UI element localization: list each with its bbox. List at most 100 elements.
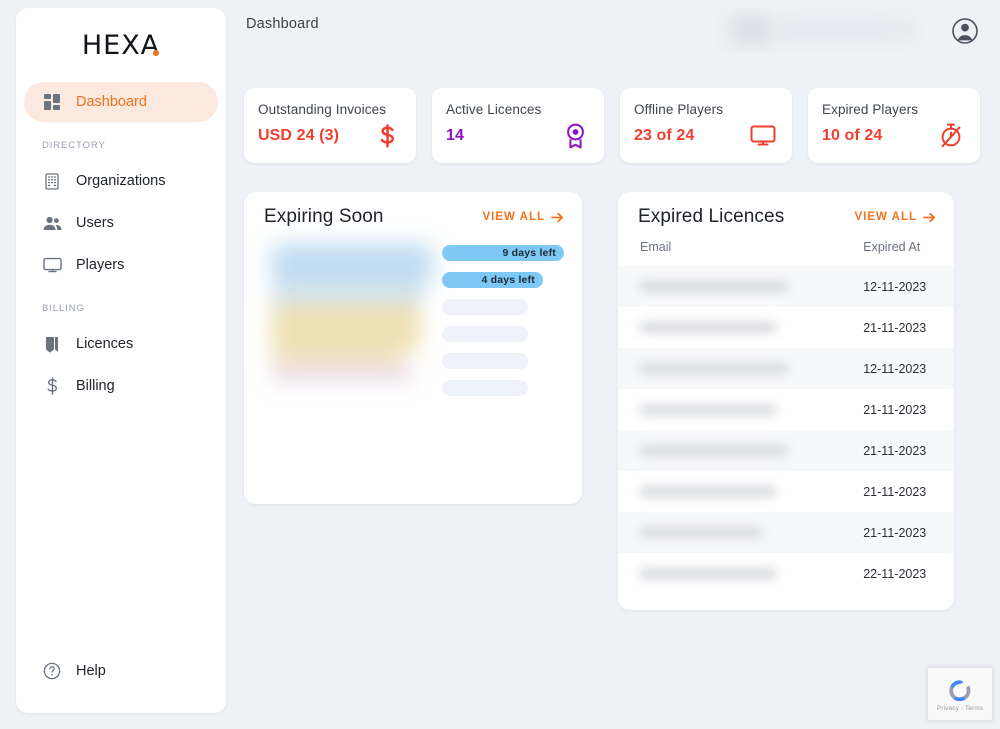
view-all-expiring-soon-button[interactable]: VIEW ALL (482, 211, 564, 223)
expired-at-cell: 21-11-2023 (863, 402, 927, 417)
view-all-expired-licences-button[interactable]: VIEW ALL (854, 211, 936, 223)
stat-value: 14 (446, 127, 464, 144)
brand-logo[interactable]: HEXA (16, 8, 226, 82)
building-icon (42, 171, 62, 191)
arrow-right-icon (551, 212, 564, 222)
sidebar-item-dashboard[interactable]: Dashboard (24, 82, 218, 122)
help-circle-icon (42, 661, 62, 681)
stat-label: Outstanding Invoices (258, 102, 387, 117)
panel-title: Expired Licences (638, 206, 785, 227)
days-left-badge: 9 days left (442, 245, 564, 261)
expired-at-cell: 21-11-2023 (863, 484, 927, 499)
licence-name-redacted (264, 355, 442, 368)
licence-name-redacted (264, 301, 442, 314)
expiring-row (264, 350, 566, 372)
expiring-row (264, 377, 566, 399)
sidebar-item-label: Help (76, 663, 106, 679)
dollar-icon (374, 123, 400, 149)
days-left-badge-empty (442, 380, 528, 396)
expiring-soon-panel: Expiring Soon VIEW ALL 9 days left 4 day… (244, 192, 582, 504)
stat-card-active-licences[interactable]: Active Licences 14 (432, 88, 604, 163)
dashboard-grid-icon (42, 92, 62, 112)
email-redacted (640, 322, 776, 333)
stat-card-outstanding-invoices[interactable]: Outstanding Invoices USD 24 (3) (244, 88, 416, 163)
expiring-soon-chart: 9 days left 4 days left (264, 242, 566, 396)
stat-value: USD 24 (3) (258, 127, 340, 144)
sidebar-item-label: Users (76, 215, 114, 231)
sidebar-item-licences[interactable]: Licences (24, 324, 218, 364)
arrow-right-icon (923, 212, 936, 222)
view-all-label: VIEW ALL (854, 211, 917, 223)
recaptcha-terms-label[interactable]: Privacy - Terms (937, 705, 983, 712)
email-cell (618, 430, 849, 471)
sidebar-item-organizations[interactable]: Organizations (24, 161, 218, 201)
table-row[interactable]: 12-11-2023 (618, 266, 954, 307)
stat-cards: Outstanding Invoices USD 24 (3) Active L… (244, 88, 980, 163)
email-redacted (640, 486, 776, 497)
table-row[interactable]: 22-11-2023 (618, 553, 954, 594)
search-input[interactable] (716, 8, 926, 52)
email-cell (618, 266, 849, 307)
expired-at-cell: 22-11-2023 (863, 566, 927, 581)
expired-at-cell: 12-11-2023 (863, 361, 927, 376)
sidebar-item-label: Organizations (76, 173, 166, 189)
licence-name-redacted (264, 274, 442, 287)
stopwatch-off-icon (938, 123, 964, 149)
expired-licences-panel: Expired Licences VIEW ALL Email Expired … (618, 192, 954, 610)
breadcrumb: Dashboard (246, 16, 319, 32)
panel-title: Expiring Soon (264, 206, 384, 227)
dashboard-app: HEXA Dashboard DIRECTORY Organizations U… (0, 0, 1000, 729)
search-field-redacted (776, 17, 894, 43)
logo-dot-icon (153, 49, 160, 56)
recaptcha-icon (949, 679, 971, 701)
monitor-icon (750, 123, 776, 149)
sidebar-item-players[interactable]: Players (24, 245, 218, 285)
brand-name: HEXA (81, 29, 161, 61)
stat-value: 23 of 24 (634, 127, 695, 144)
stat-card-offline-players[interactable]: Offline Players 23 of 24 (620, 88, 792, 163)
table-row[interactable]: 21-11-2023 (618, 512, 954, 553)
expired-licences-table: Email Expired At 12-11-2023 21-11-2023 1… (618, 240, 954, 594)
expired-at-cell: 21-11-2023 (863, 443, 927, 458)
table-row[interactable]: 21-11-2023 (618, 471, 954, 512)
sidebar-item-label: Players (76, 257, 125, 273)
table-row[interactable]: 21-11-2023 (618, 389, 954, 430)
expired-at-cell: 12-11-2023 (863, 279, 927, 294)
stat-card-expired-players[interactable]: Expired Players 10 of 24 (808, 88, 980, 163)
table-row[interactable]: 12-11-2023 (618, 348, 954, 389)
top-header: Dashboard (226, 0, 1000, 62)
monitor-icon (42, 255, 62, 275)
expiring-row: 9 days left (264, 242, 566, 264)
search-action-redacted (894, 20, 916, 40)
table-row[interactable]: 21-11-2023 (618, 307, 954, 348)
email-redacted (640, 568, 776, 579)
email-cell (618, 471, 849, 512)
licence-name-redacted (264, 328, 442, 341)
stat-label: Expired Players (822, 102, 919, 117)
dollar-icon (42, 376, 62, 396)
sidebar-item-billing[interactable]: Billing (24, 366, 218, 406)
email-redacted (640, 527, 762, 538)
expiring-row: 4 days left (264, 269, 566, 291)
days-left-badge: 4 days left (442, 272, 543, 288)
sidebar-item-label: Billing (76, 378, 115, 394)
sidebar-section-directory: DIRECTORY (42, 140, 106, 151)
award-medal-icon (562, 123, 588, 149)
table-row[interactable]: 21-11-2023 (618, 430, 954, 471)
avatar[interactable] (950, 16, 980, 46)
column-header-expired-at: Expired At (863, 240, 921, 254)
expired-at-cell: 21-11-2023 (863, 525, 927, 540)
email-cell (618, 348, 849, 389)
email-cell (618, 553, 849, 594)
sidebar-item-users[interactable]: Users (24, 203, 218, 243)
column-header-email: Email (640, 240, 672, 254)
sidebar-item-help[interactable]: Help (24, 651, 218, 691)
licence-name-redacted (264, 382, 442, 395)
sidebar: HEXA Dashboard DIRECTORY Organizations U… (16, 8, 226, 713)
email-redacted (640, 445, 788, 456)
days-left-badge-empty (442, 353, 528, 369)
email-redacted (640, 363, 788, 374)
recaptcha-badge[interactable]: Privacy - Terms (927, 667, 993, 721)
sidebar-item-label: Licences (76, 336, 134, 352)
